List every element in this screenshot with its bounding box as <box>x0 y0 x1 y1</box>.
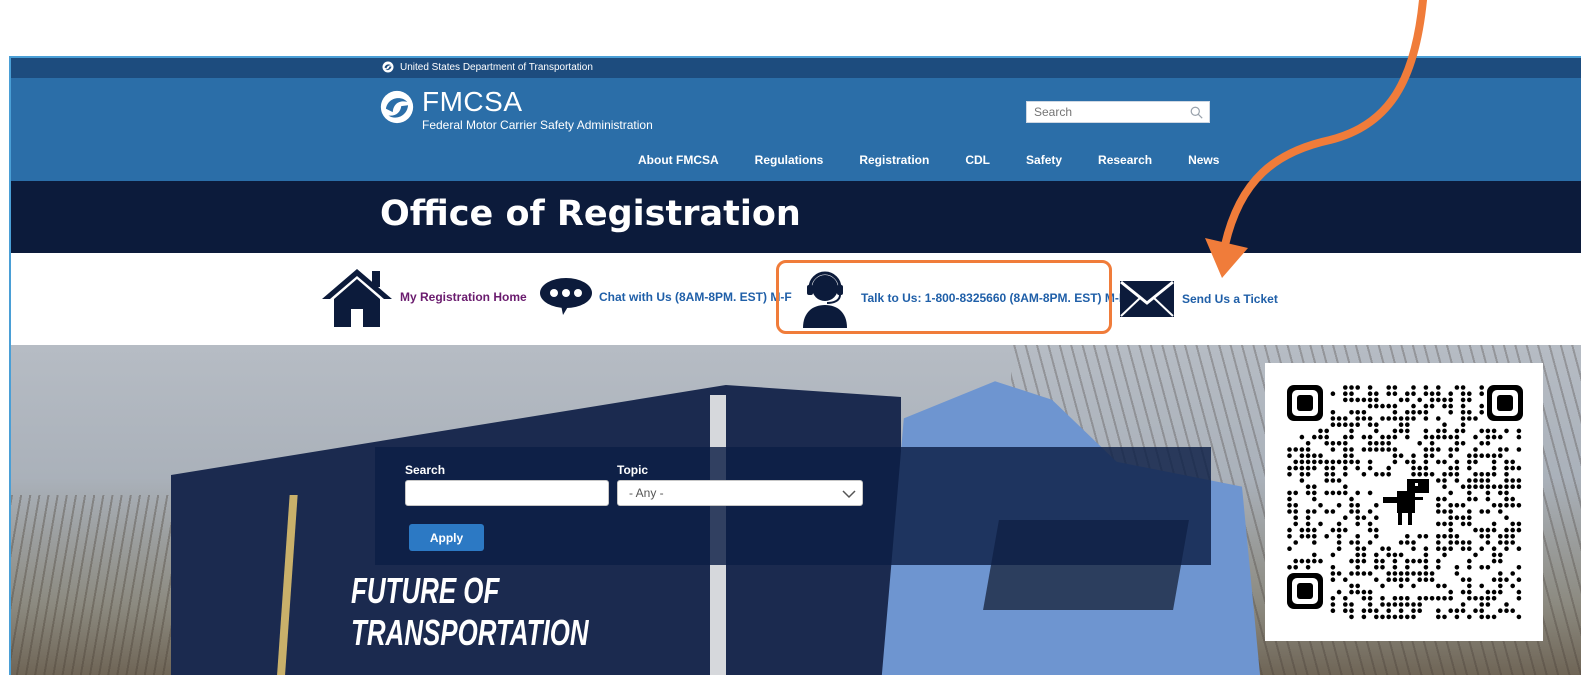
hero-truck-lettering: FUTURE OF TRANSPORTATION <box>351 570 589 654</box>
nav-regulations[interactable]: Regulations <box>755 153 824 167</box>
search-icon[interactable] <box>1190 106 1203 119</box>
quick-link-ticket-label: Send Us a Ticket <box>1182 292 1278 306</box>
topic-select-value: - Any - <box>629 486 664 500</box>
nav-safety[interactable]: Safety <box>1026 153 1062 167</box>
annotation-highlight-box <box>776 260 1112 334</box>
quick-link-chat-label: Chat with Us (8AM-8PM. EST) M-F <box>599 290 792 304</box>
search-input[interactable] <box>405 480 609 506</box>
qr-code-image <box>1287 385 1523 620</box>
brand-logo-link[interactable]: FMCSA Federal Motor Carrier Safety Admin… <box>380 88 653 132</box>
chat-bubble-icon <box>540 278 592 315</box>
brand-name: FMCSA <box>422 86 523 117</box>
agency-line[interactable]: United States Department of Transportati… <box>382 61 593 73</box>
search-field-label: Search <box>405 463 446 477</box>
screenshot-root: United States Department of Transportati… <box>0 0 1581 675</box>
house-icon <box>322 269 392 327</box>
apply-button[interactable]: Apply <box>409 524 484 551</box>
quick-link-home-label: My Registration Home <box>400 290 527 304</box>
envelope-icon <box>1120 280 1174 317</box>
brand-subtitle: Federal Motor Carrier Safety Administrat… <box>422 118 653 132</box>
nav-research[interactable]: Research <box>1098 153 1152 167</box>
nav-about-fmcsa[interactable]: About FMCSA <box>638 153 719 167</box>
nav-news[interactable]: News <box>1188 153 1219 167</box>
dot-logo-icon <box>382 61 394 73</box>
page-title-band: Office of Registration <box>11 181 1581 253</box>
site-search-input[interactable] <box>1027 105 1177 119</box>
topic-select[interactable]: - Any - <box>617 480 863 506</box>
agency-name: United States Department of Transportati… <box>400 61 593 73</box>
search-filter-panel: Search Topic - Any - Apply <box>375 447 1211 565</box>
topic-field-label: Topic <box>617 463 649 477</box>
hero-trees-left <box>11 495 181 675</box>
quick-link-registration-home[interactable]: My Registration Home <box>320 267 527 327</box>
qr-code <box>1265 363 1543 641</box>
chevron-down-icon <box>842 490 856 499</box>
masthead: FMCSA Federal Motor Carrier Safety Admin… <box>11 78 1581 181</box>
fmcsa-logo-icon <box>380 90 414 124</box>
site-search-box <box>1026 101 1210 123</box>
quick-link-send-ticket[interactable]: Send Us a Ticket <box>1118 277 1278 321</box>
nav-registration[interactable]: Registration <box>859 153 929 167</box>
agency-bar: United States Department of Transportati… <box>11 58 1581 78</box>
main-nav: About FMCSA Regulations Registration CDL… <box>638 153 1219 167</box>
nav-cdl[interactable]: CDL <box>965 153 990 167</box>
truck-lettering-line2: TRANSPORTATION <box>351 612 589 653</box>
quick-link-chat[interactable]: Chat with Us (8AM-8PM. EST) M-F <box>539 277 795 317</box>
page-title: Office of Registration <box>380 194 801 234</box>
truck-lettering-line1: FUTURE OF <box>351 570 500 611</box>
